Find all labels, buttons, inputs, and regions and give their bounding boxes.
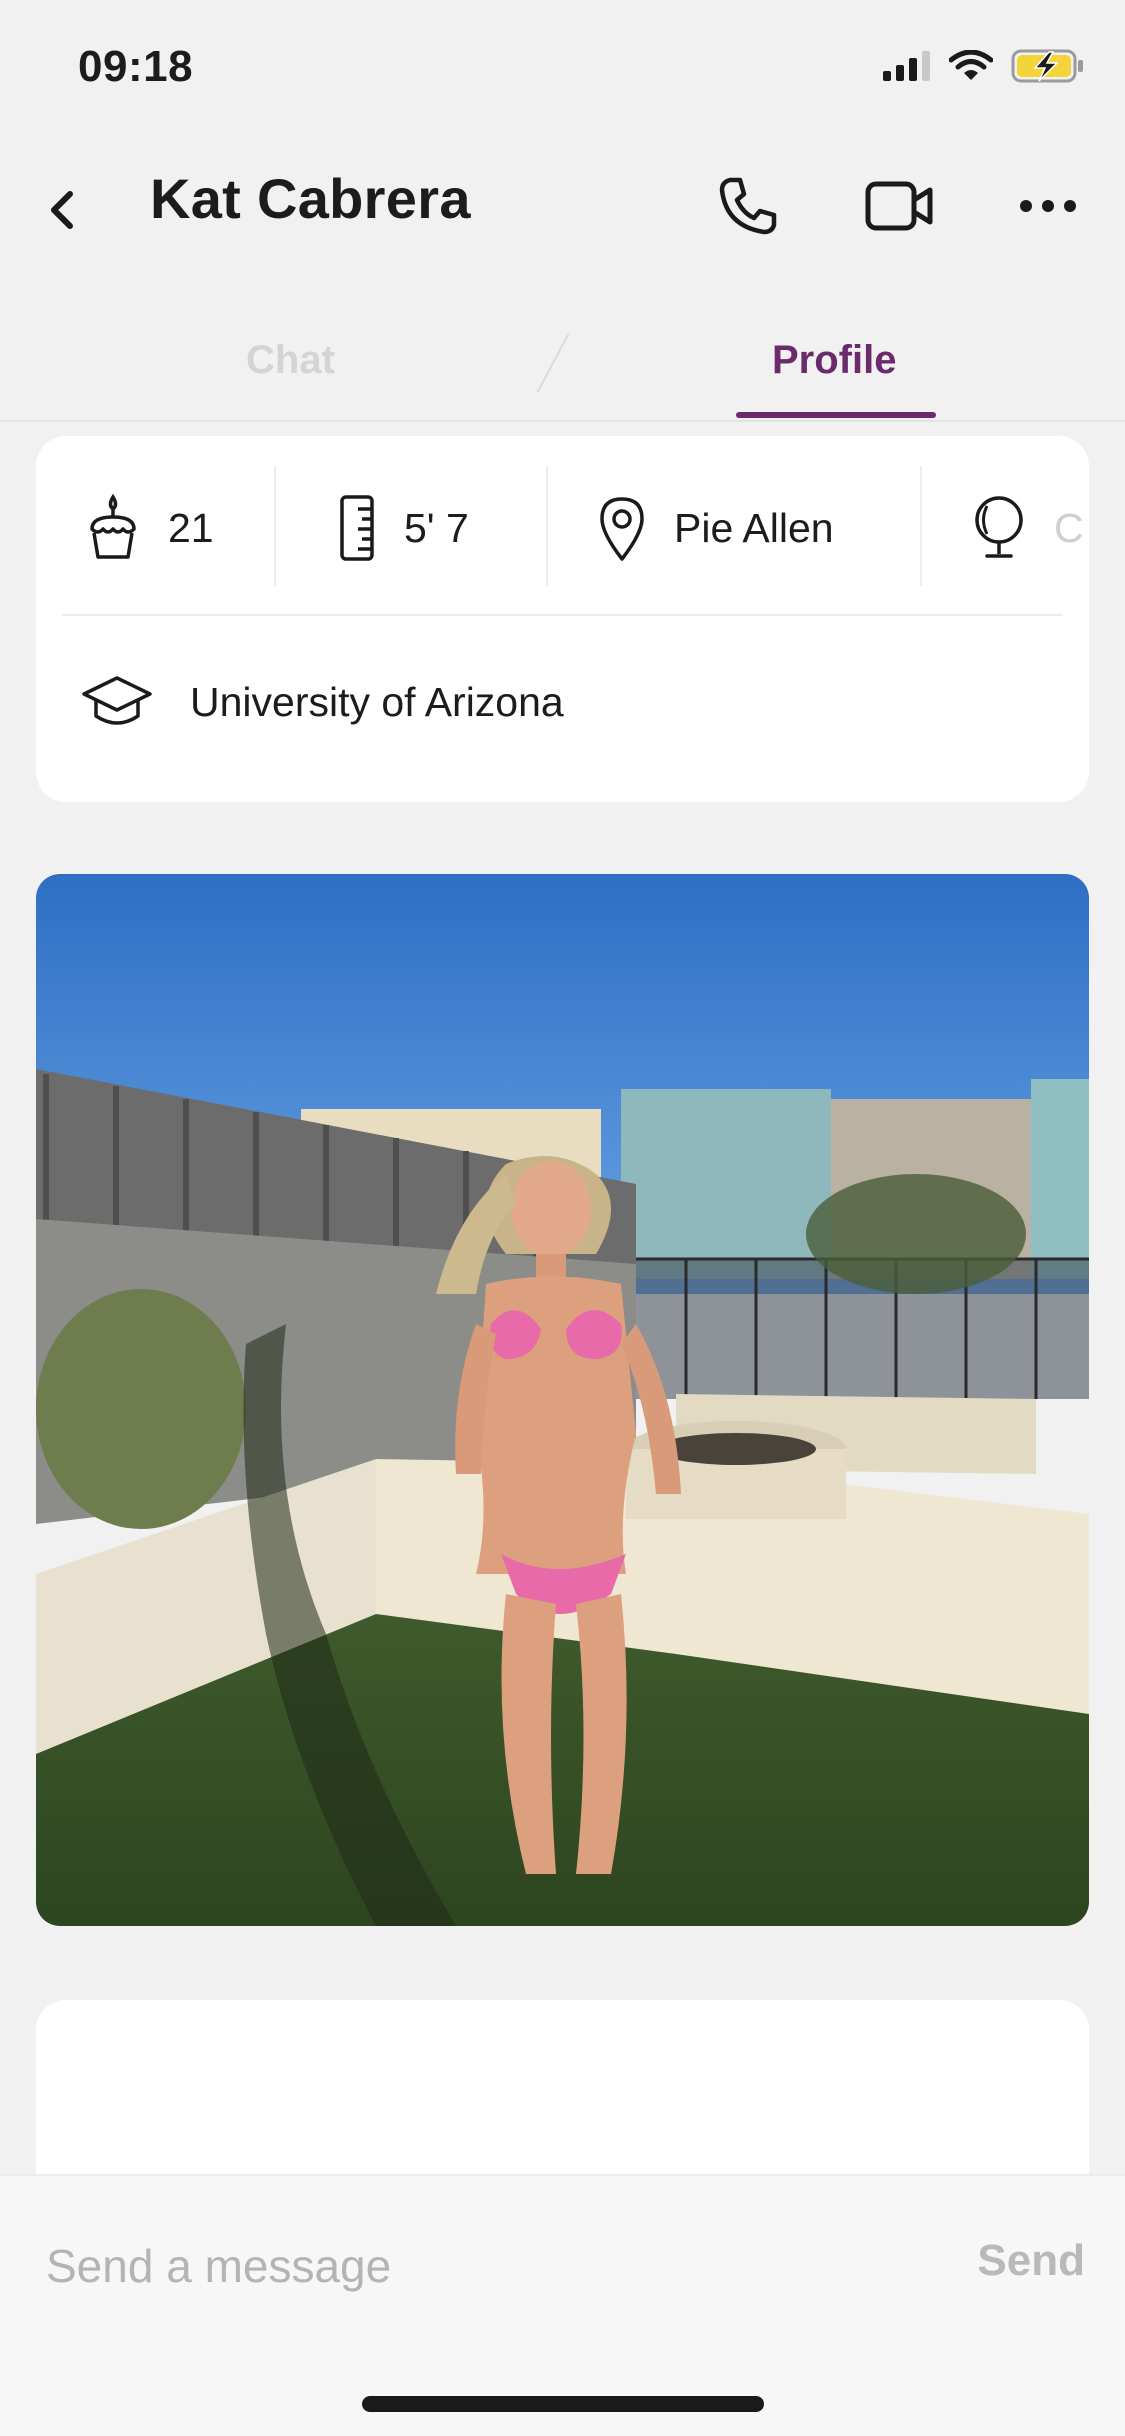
more-dots-icon [1018,198,1078,214]
tab-bar: Chat Profile [0,300,1125,422]
tab-divider [536,333,570,393]
screen: 09:18 Kat Cabrera Chat Profile 21 5' 7 P… [0,0,1125,2436]
profile-photo[interactable] [36,874,1089,1926]
phone-icon [716,174,780,238]
wifi-icon [949,50,993,82]
birthday-cake-icon [84,493,142,563]
stat-divider [274,466,276,586]
video-call-button[interactable] [860,166,940,246]
graduation-cap-icon [80,672,154,732]
height-value: 5' 7 [404,504,469,551]
tab-profile[interactable]: Profile [772,338,896,383]
send-button[interactable]: Send [977,2236,1085,2286]
location-item: Pie Allen [596,488,834,568]
stat-divider [546,466,548,586]
profile-stats-row[interactable]: 21 5' 7 Pie Allen C [36,436,1089,616]
language-item: C [970,488,1084,568]
video-camera-icon [864,178,936,234]
contact-name[interactable]: Kat Cabrera [150,166,471,231]
age-item: 21 [84,488,214,568]
profile-info-card: 21 5' 7 Pie Allen C University of Arizon… [36,436,1089,802]
location-value: Pie Allen [674,504,834,551]
stat-divider [920,466,922,586]
info-divider [62,614,1063,616]
home-indicator[interactable] [362,2396,764,2412]
status-time: 09:18 [78,42,194,91]
active-tab-indicator [736,412,936,418]
location-pin-icon [596,493,648,563]
age-value: 21 [168,504,214,551]
language-value-partial: C [1054,504,1084,551]
status-bar: 09:18 [0,0,1125,130]
battery-charging-icon [1011,48,1085,84]
call-button[interactable] [708,166,788,246]
education-item: University of Arizona [80,672,564,732]
message-input[interactable] [46,2226,866,2306]
globe-icon [970,492,1028,564]
height-item: 5' 7 [336,488,469,568]
back-button[interactable] [42,180,92,240]
signal-icon [883,51,931,81]
more-options-button[interactable] [1008,166,1088,246]
ruler-icon [336,493,378,563]
chat-header: Kat Cabrera [0,130,1125,280]
tab-chat[interactable]: Chat [246,338,335,383]
message-composer: Send [0,2174,1125,2436]
education-value: University of Arizona [190,678,564,725]
status-icons [883,48,1085,84]
back-chevron-icon [42,180,92,240]
